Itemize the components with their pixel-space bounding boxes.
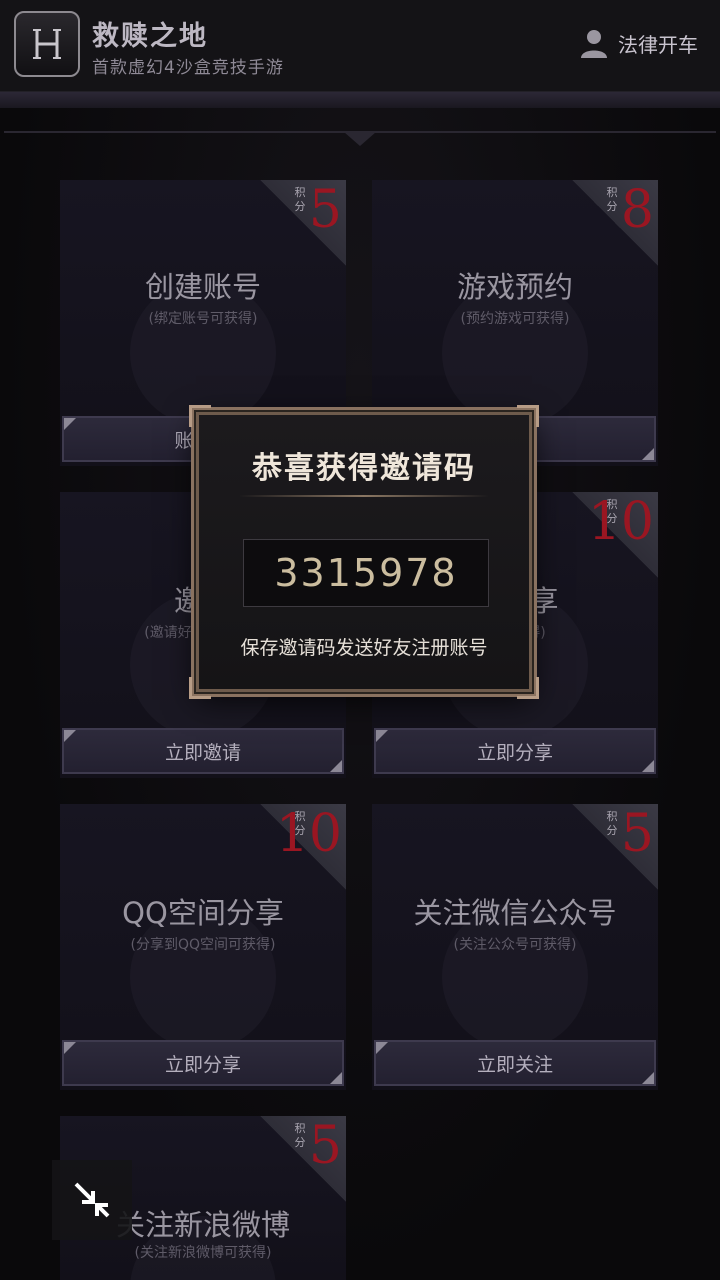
card-title: 关注微信公众号 [413, 896, 617, 930]
task-card-qzone-share: 积分 10 QQ空间分享 (分享到QQ空间可获得) 立即分享 [60, 804, 346, 1090]
points-value: 5 [620, 804, 654, 864]
points-value: 10 [587, 492, 654, 552]
points-value: 5 [308, 1116, 342, 1176]
card-action-button[interactable]: 立即邀请 [62, 728, 344, 774]
points-value: 8 [620, 180, 654, 240]
collapse-arrows-icon [74, 1182, 110, 1218]
chevron-down-icon [344, 132, 376, 146]
card-action-button[interactable]: 立即分享 [62, 1040, 344, 1086]
user-icon [581, 30, 607, 58]
modal-divider [239, 495, 489, 497]
task-card-wechat-follow: 积分 5 关注微信公众号 (关注公众号可获得) 立即关注 [372, 804, 658, 1090]
header: 救赎之地 首款虚幻4沙盒竞技手游 法律开车 [0, 0, 720, 92]
user-name: 法律开车 [618, 32, 698, 57]
frame-corner [189, 677, 211, 699]
invite-code-modal: 恭喜获得邀请码 3315978 保存邀请码发送好友注册账号 [189, 405, 539, 699]
frame-corner [517, 677, 539, 699]
logo-h-icon [33, 29, 61, 59]
card-title: 创建账号 [144, 270, 261, 304]
card-description: (关注公众号可获得) [453, 937, 577, 953]
points-label: 积分 [606, 186, 618, 213]
modal-hint: 保存邀请码发送好友注册账号 [240, 637, 488, 659]
points-label: 积分 [606, 810, 618, 837]
points-value: 5 [308, 180, 342, 240]
page: 救赎之地 首款虚幻4沙盒竞技手游 法律开车 积分 5 创建账号 (绑定账号可获得… [0, 0, 720, 1280]
invite-code[interactable]: 3315978 [243, 539, 489, 607]
card-action-button[interactable]: 立即分享 [374, 728, 656, 774]
card-description: (关注新浪微博可获得) [134, 1245, 272, 1261]
points-label: 积分 [294, 186, 306, 213]
app-logo[interactable] [14, 11, 80, 77]
card-title: 游戏预约 [456, 270, 573, 304]
points-value: 10 [275, 804, 342, 864]
card-title: QQ空间分享 [122, 896, 284, 930]
app-subtitle: 首款虚幻4沙盒竞技手游 [92, 58, 284, 78]
collapse-button[interactable] [52, 1160, 132, 1240]
card-description: (预约游戏可获得) [460, 311, 570, 327]
frame-corner [189, 405, 211, 427]
card-description: (绑定账号可获得) [148, 311, 258, 327]
modal-title: 恭喜获得邀请码 [252, 451, 476, 486]
points-label: 积分 [294, 1122, 306, 1149]
frame-corner [517, 405, 539, 427]
user-menu[interactable]: 法律开车 [580, 28, 698, 58]
card-description: (分享到QQ空间可获得) [130, 937, 276, 953]
header-strip [0, 92, 720, 108]
app-title: 救赎之地 [92, 21, 208, 52]
card-action-button[interactable]: 立即关注 [374, 1040, 656, 1086]
